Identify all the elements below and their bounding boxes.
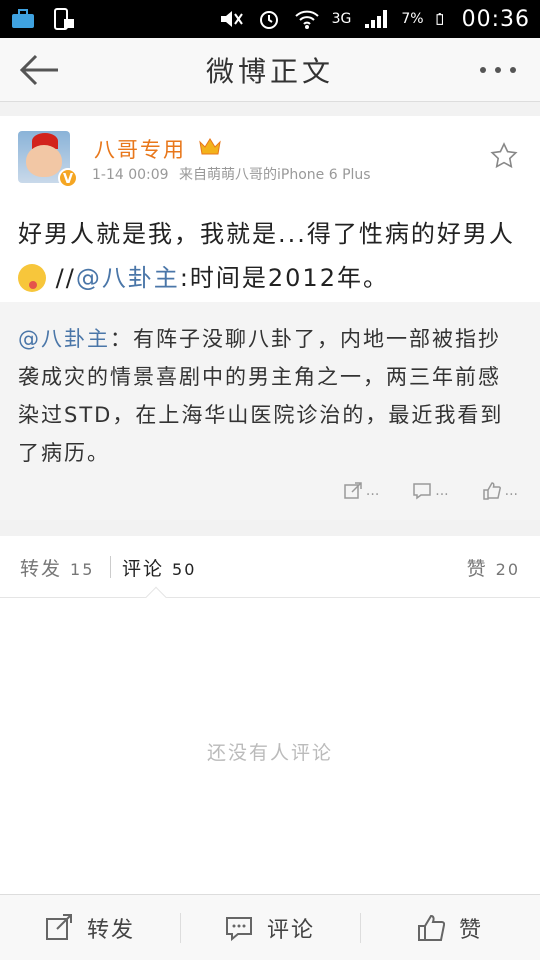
wink-tongue-emoji-icon: [18, 264, 46, 292]
forward-button[interactable]: 转发: [0, 895, 180, 960]
signal-icon: [365, 10, 388, 28]
comments-list: 还没有人评论: [0, 598, 540, 894]
post-time: 1-14 00:09: [92, 167, 169, 183]
back-arrow-icon[interactable]: [18, 52, 62, 88]
thumbs-up-icon: [482, 482, 501, 500]
tab-comments-label: 评论: [122, 558, 165, 580]
post-meta: 1-14 00:09 来自萌萌八哥的iPhone 6 Plus: [92, 164, 371, 184]
verified-badge-icon: V: [58, 168, 78, 188]
repost-author-link[interactable]: @八卦主: [18, 327, 110, 351]
more-options-icon[interactable]: [478, 58, 518, 82]
comment-icon: [225, 916, 252, 941]
tab-divider: [110, 556, 111, 578]
forward-button-label: 转发: [86, 917, 135, 943]
tab-comments[interactable]: 评论 50: [122, 554, 196, 581]
tab-likes[interactable]: 赞 20: [467, 554, 520, 581]
tab-forwards-label: 转发: [20, 558, 63, 580]
repost-comment-button[interactable]: ...: [413, 482, 449, 500]
empty-comments-message: 还没有人评论: [206, 742, 333, 764]
comment-icon: [413, 483, 432, 500]
like-button-label: 赞: [458, 917, 483, 943]
status-bar: 3G 7% 00:36: [0, 0, 540, 38]
stats-tabs: 转发 15 评论 50 赞 20: [0, 536, 540, 598]
post-body: 好男人就是我，我就是...得了性病的好男人 //@八卦主:时间是2012年。: [0, 188, 540, 300]
bottom-action-bar: 转发 评论 赞: [0, 894, 540, 960]
weibo-post: V 八哥专用 1-14 00:09 来自萌萌八哥的iPhone 6 Plus 好…: [0, 116, 540, 520]
post-header: V 八哥专用 1-14 00:09 来自萌萌八哥的iPhone 6 Plus: [0, 116, 540, 188]
post-text-main: 好男人就是我，我就是...得了性病的好男人: [18, 220, 515, 248]
username[interactable]: 八哥专用: [94, 134, 186, 164]
repost-action-bar: ... ... ...: [344, 482, 518, 500]
repost-forward-label: ...: [365, 483, 380, 499]
like-button[interactable]: 赞: [360, 895, 540, 960]
phone-lock-icon: [54, 8, 74, 30]
repost-body: @八卦主：有阵子没聊八卦了，内地一部被指抄袭成灾的情景喜剧中的男主角之一，两三年…: [18, 320, 522, 472]
repost-like-label: ...: [504, 483, 518, 499]
page-title: 微博正文: [205, 54, 334, 88]
post-source: 来自萌萌八哥的iPhone 6 Plus: [179, 167, 371, 183]
wifi-icon: [294, 10, 319, 29]
favorite-star-icon[interactable]: [490, 142, 518, 170]
network-type: 3G: [331, 11, 352, 27]
battery-icon: [436, 13, 443, 25]
tab-forwards-count: 15: [70, 560, 95, 579]
top-nav-bar: 微博正文: [0, 38, 540, 102]
comment-button-label: 评论: [266, 917, 315, 943]
reposted-content[interactable]: @八卦主：有阵子没聊八卦了，内地一部被指抄袭成灾的情景喜剧中的男主角之一，两三年…: [0, 302, 540, 520]
tab-forwards[interactable]: 转发 15: [20, 554, 94, 581]
battery-percent: 7%: [401, 11, 424, 27]
tab-comments-count: 50: [172, 560, 197, 579]
alarm-icon: [259, 11, 278, 29]
forward-icon: [45, 913, 72, 940]
tab-likes-label: 赞: [466, 558, 488, 580]
mention-link[interactable]: @八卦主: [76, 264, 180, 292]
post-text-separator: //: [46, 264, 76, 292]
briefcase-icon: [12, 9, 34, 28]
post-text-tail: :时间是2012年。: [179, 264, 389, 292]
clock: 00:36: [461, 6, 530, 32]
vip-crown-icon: [199, 138, 221, 155]
repost-like-button[interactable]: ...: [482, 482, 518, 500]
avatar-face-graphic: [26, 145, 62, 177]
comment-button[interactable]: 评论: [180, 895, 360, 960]
thumbs-up-icon: [417, 914, 445, 941]
tab-likes-count: 20: [495, 560, 520, 579]
repost-forward-button[interactable]: ...: [344, 482, 379, 500]
repost-comment-label: ...: [435, 483, 449, 499]
mute-icon: [220, 11, 243, 27]
forward-icon: [344, 482, 362, 499]
